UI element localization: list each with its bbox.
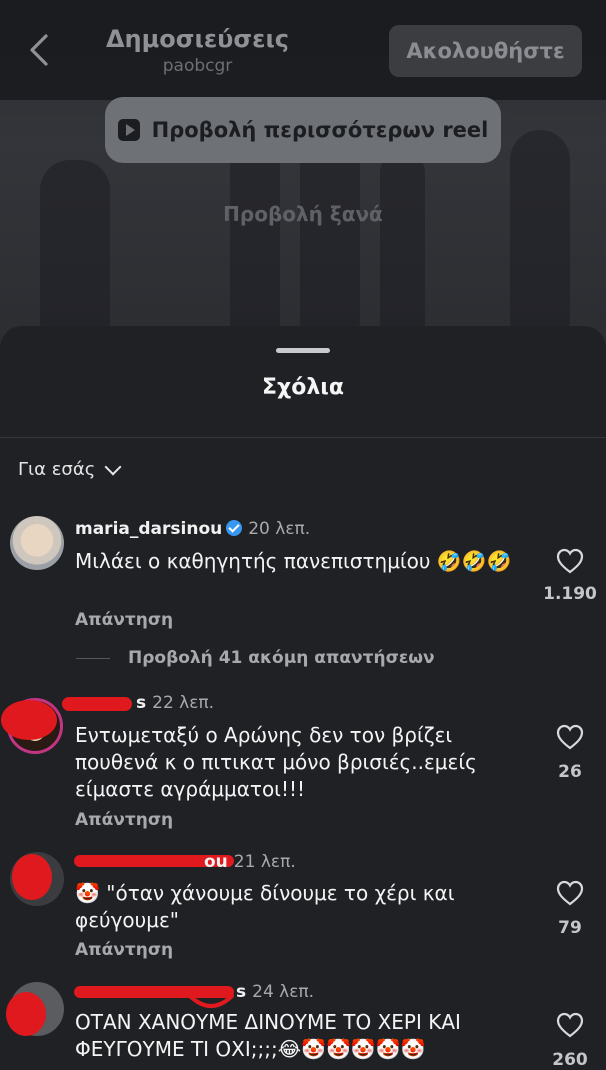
video-figure-shape bbox=[380, 150, 425, 350]
divider bbox=[0, 437, 606, 438]
comment-username[interactable]: s bbox=[236, 982, 246, 1002]
follow-button[interactable]: Ακολουθήστε bbox=[389, 25, 582, 77]
reply-button[interactable]: Απάντηση bbox=[75, 940, 173, 960]
redaction-mark bbox=[1, 700, 57, 740]
avatar[interactable] bbox=[10, 516, 64, 570]
heart-icon[interactable] bbox=[556, 724, 584, 750]
account-username[interactable]: paobcgr bbox=[0, 56, 395, 76]
sheet-title: Σχόλια bbox=[262, 375, 344, 400]
comment-text: ΟΤΑΝ ΧΑΝΟΥΜΕ ΔΙΝΟΥΜΕ ΤΟ ΧΕΡΙ ΚΑΙ ΦΕΥΓΟΥΜ… bbox=[75, 1010, 461, 1061]
comment-time: 20 λεπ. bbox=[248, 519, 311, 539]
reply-button[interactable]: Απάντηση bbox=[75, 610, 173, 630]
comments-filter-dropdown[interactable]: Για εσάς bbox=[18, 458, 122, 480]
top-navigation-bar: Δημοσιεύσεις paobcgr Ακολουθήστε bbox=[0, 0, 606, 100]
comment-username[interactable]: s bbox=[136, 693, 146, 713]
page-title: Δημοσιεύσεις bbox=[105, 25, 290, 53]
comment-text: 🤡 "όταν χάνουμε δίνουμε το χέρι και φεύγ… bbox=[75, 881, 455, 932]
comments-sheet: Σχόλια Για εσάς maria_darsinou 20 λεπ. Μι… bbox=[0, 326, 606, 1070]
comment-text: Εντωμεταξύ ο Αρώνης δεν τον βρίζει πουθε… bbox=[75, 723, 477, 801]
more-reels-label: Προβολή περισσότερων reel bbox=[151, 118, 489, 142]
replies-line bbox=[76, 657, 110, 659]
comment-time: 22 λεπ. bbox=[152, 693, 215, 713]
redaction-mark bbox=[6, 992, 46, 1036]
comment-time: 21 λεπ. bbox=[233, 852, 296, 872]
reply-button[interactable]: Απάντηση bbox=[75, 810, 173, 830]
comment-username[interactable]: ou bbox=[204, 852, 228, 872]
view-more-replies-button[interactable]: Προβολή 41 ακόμη απαντήσεων bbox=[76, 648, 435, 668]
like-count: 260 bbox=[552, 1050, 588, 1070]
comment-header: s 24 λεπ. bbox=[236, 982, 314, 1002]
like-count: 26 bbox=[558, 762, 582, 782]
sheet-drag-handle[interactable] bbox=[276, 348, 330, 353]
video-figure-shape bbox=[40, 160, 110, 350]
comment-header: maria_darsinou 20 λεπ. bbox=[75, 519, 310, 539]
comment-time: 24 λεπ. bbox=[252, 982, 315, 1002]
heart-icon[interactable] bbox=[556, 880, 584, 906]
more-reels-button[interactable]: Προβολή περισσότερων reel bbox=[105, 97, 501, 163]
redaction-mark bbox=[12, 854, 52, 900]
chevron-down-icon bbox=[104, 458, 122, 476]
comment-header: s 22 λεπ. bbox=[136, 693, 214, 713]
reel-icon bbox=[117, 119, 140, 141]
replay-button[interactable]: Προβολή ξανά bbox=[0, 202, 606, 226]
video-figure-shape bbox=[510, 130, 570, 350]
comment-username[interactable]: maria_darsinou bbox=[75, 519, 222, 539]
like-count: 1.190 bbox=[543, 584, 597, 604]
comment-text: Μιλάει ο καθηγητής πανεπιστημίου 🤣🤣🤣 bbox=[75, 549, 512, 573]
heart-icon[interactable] bbox=[556, 548, 584, 574]
filter-label: Για εσάς bbox=[18, 459, 96, 480]
verified-badge-icon bbox=[226, 520, 243, 536]
comment-header: ou 21 λεπ. bbox=[204, 852, 296, 872]
redaction-mark bbox=[62, 697, 132, 711]
view-more-replies-label: Προβολή 41 ακόμη απαντήσεων bbox=[128, 648, 435, 668]
like-count: 79 bbox=[558, 918, 582, 938]
heart-icon[interactable] bbox=[556, 1012, 584, 1038]
